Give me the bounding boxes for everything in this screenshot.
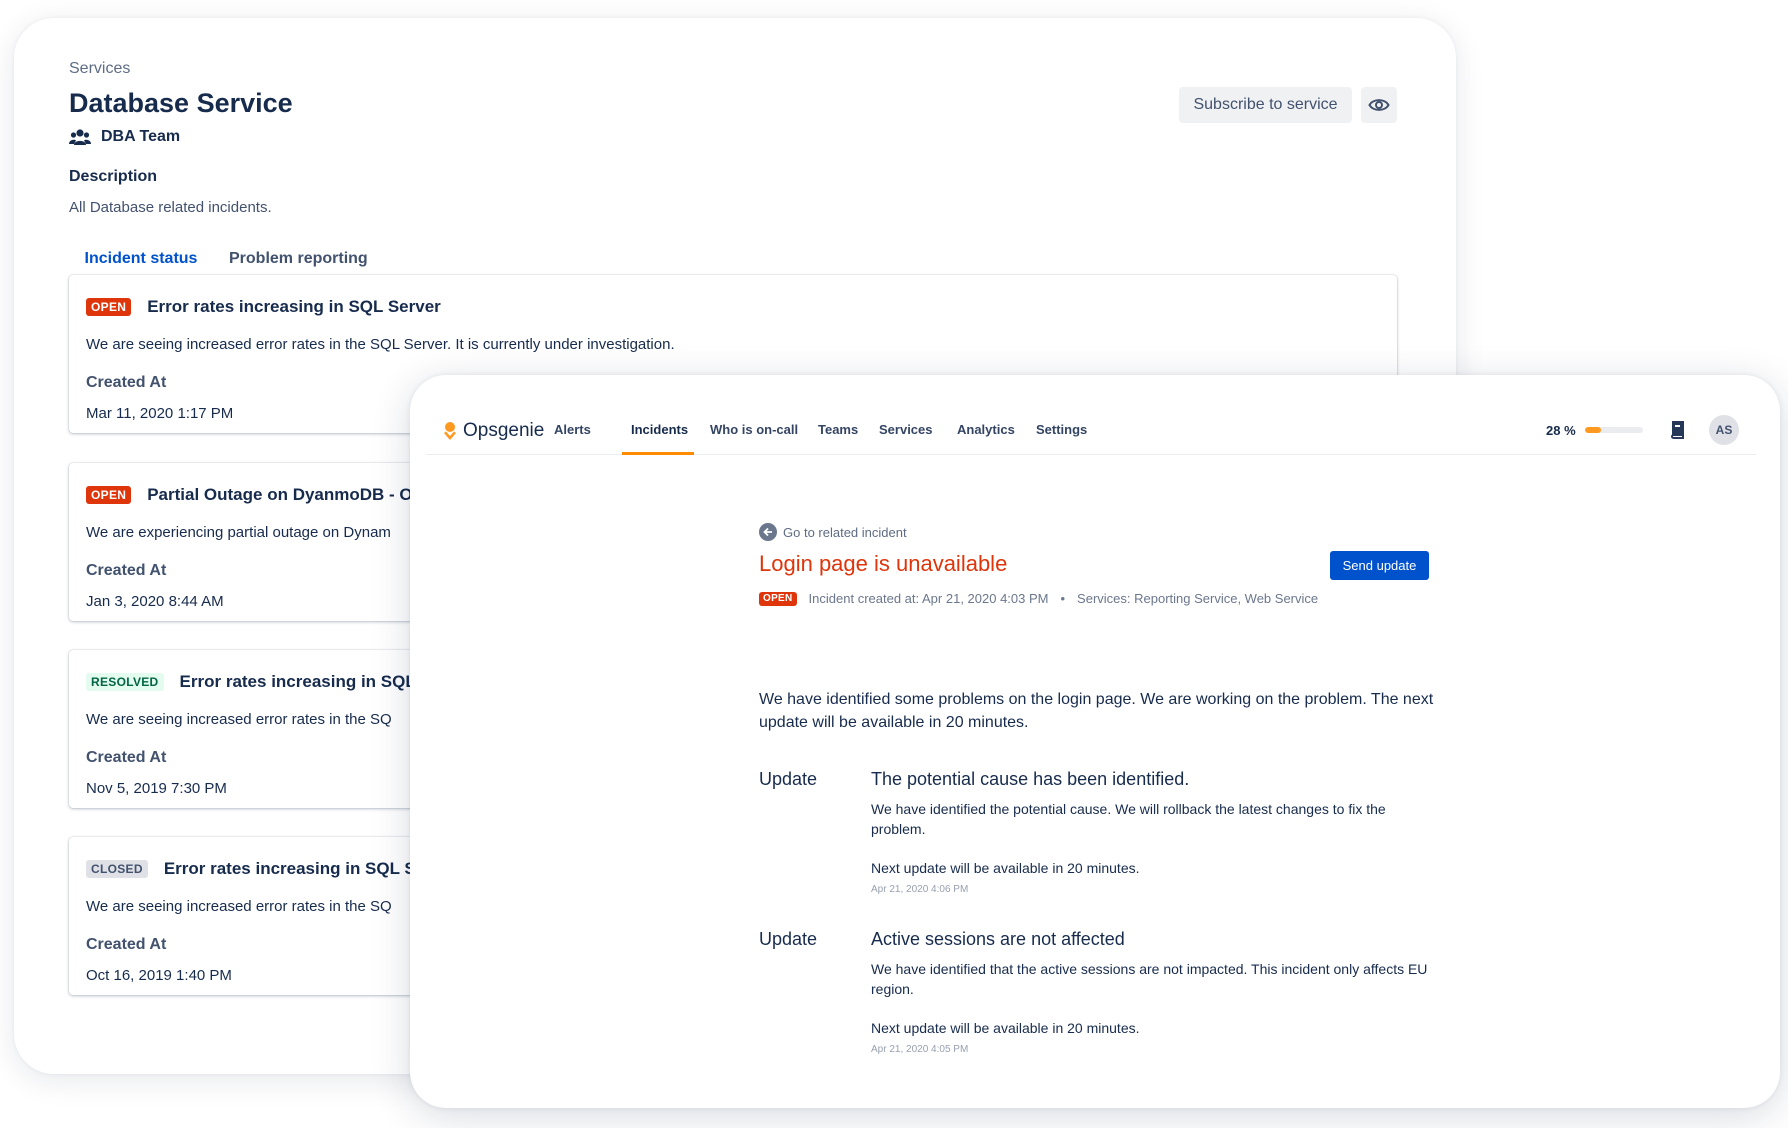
breadcrumb[interactable]: Services (69, 60, 130, 78)
status-badge: OPEN (759, 591, 797, 606)
created-at-value: Nov 5, 2019 7:30 PM (86, 780, 227, 797)
incident-title[interactable]: Error rates increasing in SQL S (180, 672, 432, 692)
incident-meta: OPEN Incident created at: Apr 21, 2020 4… (759, 591, 1318, 606)
update-timestamp: Apr 21, 2020 4:06 PM (871, 884, 969, 895)
nav-alerts[interactable]: Alerts (554, 422, 591, 437)
active-nav-indicator (622, 452, 694, 455)
team-owner[interactable]: DBA Team (69, 127, 180, 147)
book-icon[interactable] (1669, 421, 1685, 439)
nav-settings[interactable]: Settings (1036, 422, 1087, 437)
nav-teams[interactable]: Teams (818, 422, 858, 437)
incident-title[interactable]: Error rates increasing in SQL Server (147, 297, 441, 317)
progress-bar (1585, 427, 1643, 433)
update-body: We have identified that the active sessi… (871, 961, 1428, 997)
incident-description: We are experiencing partial outage on Dy… (86, 524, 391, 541)
nav-incidents[interactable]: Incidents (631, 422, 688, 437)
progress-fill (1585, 427, 1602, 433)
created-at-label: Created At (86, 562, 167, 579)
incident-title: Login page is unavailable (759, 551, 1008, 576)
update-title: The potential cause has been identified. (871, 769, 1190, 789)
incident-services: Services: Reporting Service, Web Service (1077, 591, 1319, 606)
status-badge: OPEN (86, 298, 132, 316)
created-at-label: Created At (86, 749, 167, 766)
update-timestamp: Apr 21, 2020 4:05 PM (871, 1044, 969, 1055)
opsgenie-logo-icon (444, 422, 456, 440)
incident-title[interactable]: Partial Outage on DyanmoDB - Oh (147, 485, 423, 505)
status-badge: OPEN (86, 486, 132, 504)
progress-label: 28 % (1546, 423, 1576, 438)
incident-detail-window: Opsgenie Alerts Incidents Who is on-call… (410, 375, 1780, 1108)
update-label: Update (759, 929, 818, 949)
created-at-value: Jan 3, 2020 8:44 AM (86, 593, 224, 610)
brand-name: Opsgenie (463, 420, 545, 441)
created-at-label: Created At (86, 374, 167, 391)
description-text: All Database related incidents. (69, 199, 272, 216)
update-label: Update (759, 769, 818, 789)
status-badge: CLOSED (86, 860, 148, 878)
opsgenie-logo[interactable]: Opsgenie (443, 415, 544, 447)
incident-description: We are seeing increased error rates in t… (86, 711, 392, 728)
created-at-label: Created At (86, 936, 167, 953)
nav-analytics[interactable]: Analytics (957, 422, 1015, 437)
incident-description: We are seeing increased error rates in t… (86, 898, 392, 915)
tab-problem-reporting[interactable]: Problem reporting (229, 250, 368, 276)
nav-who-is-on-call[interactable]: Who is on-call (710, 422, 798, 437)
created-at-value: Mar 11, 2020 1:17 PM (86, 405, 234, 422)
created-at-value: Oct 16, 2019 1:40 PM (86, 967, 232, 984)
arrow-left-circle-icon (759, 523, 777, 541)
update-next: Next update will be available in 20 minu… (871, 860, 1140, 876)
incident-description: We are seeing increased error rates in t… (86, 336, 675, 353)
incident-title[interactable]: Error rates increasing in SQL Se (164, 859, 425, 879)
back-link-label: Go to related incident (783, 524, 907, 540)
update-body: We have identified the potential cause. … (871, 801, 1386, 837)
people-group-icon (69, 129, 91, 145)
user-avatar[interactable]: AS (1709, 415, 1739, 445)
team-name: DBA Team (101, 128, 181, 145)
back-link[interactable]: Go to related incident (759, 523, 907, 541)
subscribe-button[interactable]: Subscribe to service (1179, 87, 1352, 123)
update-next: Next update will be available in 20 minu… (871, 1020, 1140, 1036)
eye-icon (1368, 99, 1390, 111)
top-navigation: Opsgenie Alerts Incidents Who is on-call… (426, 415, 1756, 455)
page-title: Database Service (69, 88, 293, 118)
meta-separator: • (1060, 591, 1066, 606)
send-update-button[interactable]: Send update (1330, 551, 1429, 580)
status-badge: RESOLVED (86, 673, 164, 691)
incident-summary: We have identified some problems on the … (759, 691, 1434, 731)
incident-created-at: Incident created at: Apr 21, 2020 4:03 P… (808, 591, 1049, 606)
watch-button[interactable] (1361, 87, 1397, 123)
nav-services[interactable]: Services (879, 422, 933, 437)
description-label: Description (69, 168, 158, 185)
update-title: Active sessions are not affected (871, 929, 1125, 949)
